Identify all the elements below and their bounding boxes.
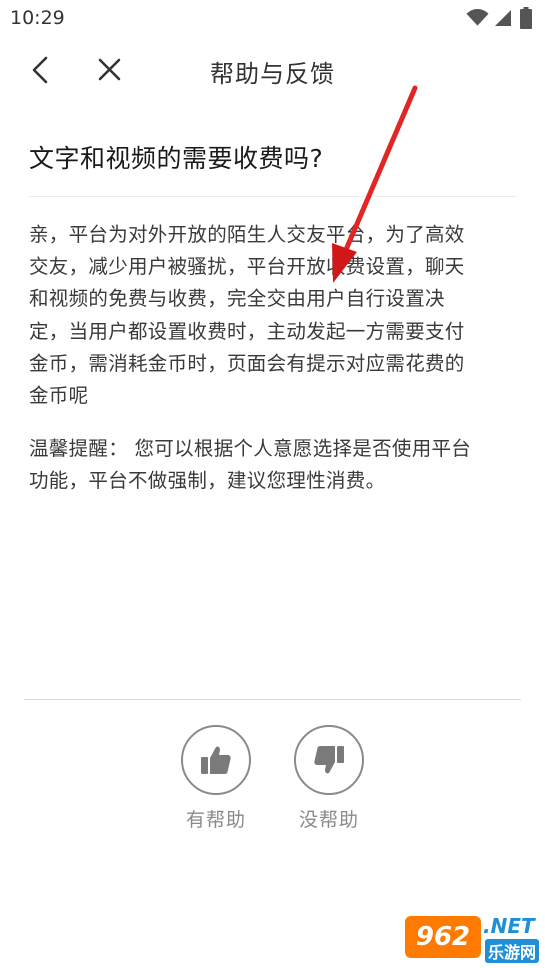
watermark-net: .NET [483, 914, 535, 938]
helpful-button[interactable]: 有帮助 [176, 725, 256, 832]
not-helpful-circle [294, 725, 364, 795]
answer-line: 定，当用户都设置收费时，主动发起一方需要支付 [29, 319, 465, 343]
divider [29, 196, 517, 197]
header-bar: 帮助与反馈 [0, 38, 545, 102]
status-bar: 10:29 [0, 0, 545, 38]
wifi-icon [466, 9, 489, 26]
help-feedback-screen: 10:29 帮助与反馈 文字和视频的需要收费吗? 亲，平台为对外开放的陌生人交友… [0, 0, 545, 968]
watermark-badge: 962 [405, 916, 481, 958]
reminder-text: 温馨提醒： 您可以根据个人意愿选择是否使用平台 功能，平台不做强制，建议您理性消… [29, 433, 517, 497]
answer-text: 亲，平台为对外开放的陌生人交友平台，为了高效 交友，减少用户被骚扰，平台开放收费… [29, 219, 517, 412]
thumbs-up-icon [201, 746, 231, 774]
signal-icon [495, 10, 511, 26]
question-title: 文字和视频的需要收费吗? [29, 144, 324, 173]
helpful-label: 有帮助 [185, 809, 246, 831]
answer-line: 金币，需消耗金币时，页面会有提示对应需花费的 [29, 351, 465, 375]
reminder-line: 温馨提醒： 您可以根据个人意愿选择是否使用平台 [29, 437, 472, 460]
page-title: 帮助与反馈 [210, 60, 335, 88]
not-helpful-label: 没帮助 [298, 809, 359, 831]
thumbs-down-icon [314, 746, 344, 774]
helpful-circle [181, 725, 251, 795]
answer-line: 交友，减少用户被骚扰，平台开放收费设置，聊天 [29, 255, 465, 279]
watermark-sub: 乐游网 [485, 939, 540, 963]
watermark-logo: 962 .NET 乐游网 [405, 912, 540, 964]
answer-line: 金币呢 [29, 384, 89, 408]
answer-line: 亲，平台为对外开放的陌生人交友平台，为了高效 [29, 223, 465, 246]
battery-icon [520, 7, 532, 29]
status-time: 10:29 [10, 7, 65, 29]
answer-line: 和视频的免费与收费，完全交由用户自行设置决 [29, 287, 445, 311]
not-helpful-button[interactable]: 没帮助 [289, 725, 369, 832]
feedback-divider [24, 699, 521, 700]
reminder-line: 功能，平台不做强制，建议您理性消费。 [29, 469, 386, 493]
